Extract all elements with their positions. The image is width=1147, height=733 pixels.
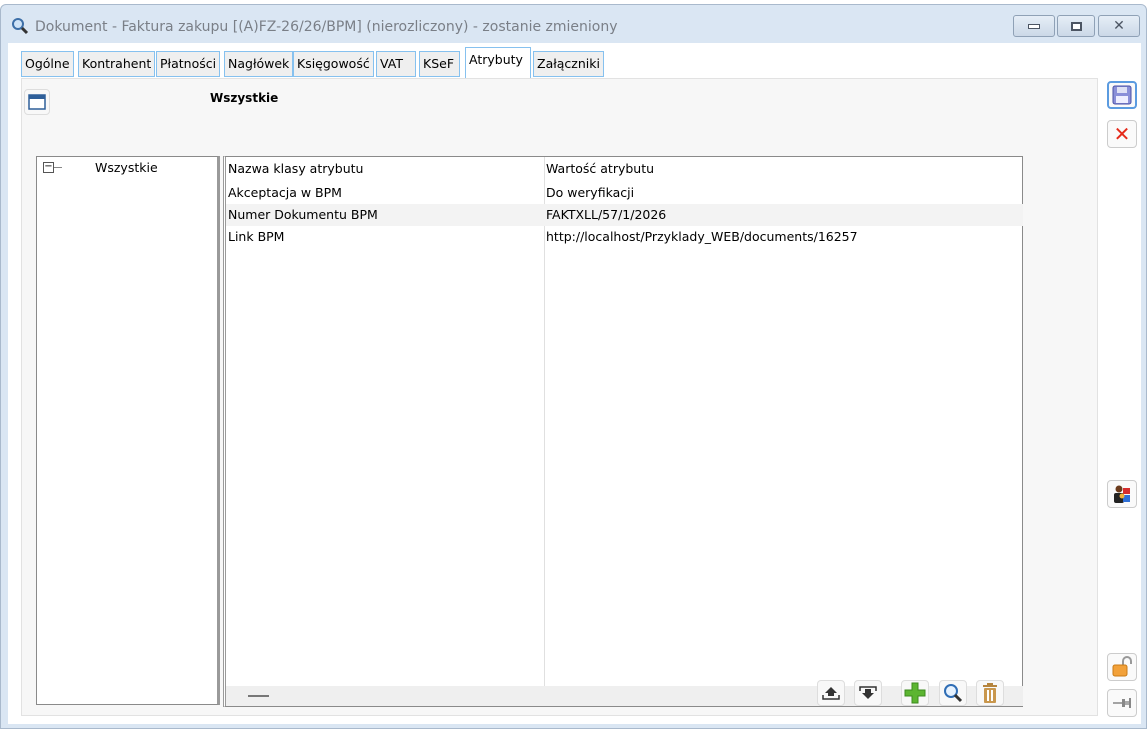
attribute-tree: − Wszystkie [36, 156, 220, 705]
cancel-button[interactable]: ✕ [1107, 120, 1137, 148]
grid-header: Nazwa klasy atrybutu Wartość atrybutu [226, 158, 1023, 180]
tree-item-wszystkie[interactable]: Wszystkie [95, 160, 158, 175]
close-button[interactable]: ✕ [1098, 15, 1140, 37]
add-button[interactable] [901, 680, 929, 706]
tab-platnosci[interactable]: Płatności [156, 51, 221, 77]
tab-vat[interactable]: VAT [376, 51, 416, 77]
save-button[interactable] [1107, 81, 1137, 109]
section-title: Wszystkie [210, 91, 279, 105]
user-exchange-icon [1114, 485, 1130, 503]
user-attributes-button[interactable] [1107, 480, 1137, 508]
tree-connector [54, 167, 62, 168]
cell-name: Numer Dokumentu BPM [228, 207, 378, 222]
move-down-button[interactable] [854, 680, 882, 706]
minimize-icon [1028, 23, 1040, 29]
cell-name: Link BPM [228, 229, 285, 244]
close-x-icon: ✕ [1113, 122, 1131, 146]
collapse-icon[interactable]: − [43, 162, 54, 173]
delete-button[interactable] [976, 680, 1004, 706]
dash-icon [248, 695, 269, 697]
maximize-button[interactable] [1057, 15, 1095, 37]
unlock-button[interactable] [1107, 653, 1137, 681]
tab-atrybuty[interactable]: Atrybuty [465, 47, 531, 78]
magnifier-icon [944, 684, 963, 703]
tab-naglowek[interactable]: Nagłówek [224, 51, 294, 77]
search-icon [12, 18, 29, 35]
cell-name: Akceptacja w BPM [228, 185, 342, 200]
header-wartosc[interactable]: Wartość atrybutu [546, 158, 654, 180]
table-row[interactable]: Numer Dokumentu BPM FAKTXLL/57/1/2026 [226, 204, 1023, 226]
table-row[interactable]: Link BPM http://localhost/Przyklady_WEB/… [226, 226, 1023, 248]
tab-ksiegowosc[interactable]: Księgowość [293, 51, 374, 77]
tab-kontrahent[interactable]: Kontrahent [78, 51, 156, 77]
cell-value: Do weryfikacji [546, 185, 635, 200]
table-row[interactable]: Akceptacja w BPM Do weryfikacji [226, 182, 1023, 204]
plus-icon [904, 682, 926, 704]
window-client: Ogólne Kontrahent Płatności Nagłówek Ksi… [8, 43, 1141, 724]
search-button[interactable] [939, 680, 967, 706]
padlock-open-icon [1112, 656, 1132, 677]
attributes-panel: Wszystkie − Wszystkie Nazwa klasy atrybu… [21, 78, 1098, 716]
close-icon: ✕ [1113, 18, 1125, 34]
document-window: Dokument - Faktura zakupu [(A)FZ-26/26/B… [0, 4, 1147, 729]
upload-icon [822, 687, 840, 700]
attributes-grid: Nazwa klasy atrybutu Wartość atrybutu Ak… [223, 156, 1023, 707]
move-up-button[interactable] [817, 680, 845, 706]
minimize-button[interactable] [1013, 15, 1055, 37]
view-toggle-button[interactable] [24, 89, 50, 115]
window-icon [28, 94, 46, 110]
tab-zalaczniki[interactable]: Załączniki [533, 51, 604, 77]
header-nazwa[interactable]: Nazwa klasy atrybutu [228, 158, 363, 180]
tab-ogolne[interactable]: Ogólne [21, 51, 74, 77]
tab-ksef[interactable]: KSeF [419, 51, 460, 77]
cell-value[interactable]: http://localhost/Przyklady_WEB/documents… [546, 226, 858, 248]
pin-button[interactable] [1107, 689, 1137, 717]
download-icon [859, 686, 877, 699]
cell-value: FAKTXLL/57/1/2026 [546, 207, 667, 222]
maximize-icon [1070, 21, 1082, 31]
pin-icon [1113, 698, 1131, 708]
window-title: Dokument - Faktura zakupu [(A)FZ-26/26/B… [35, 19, 618, 35]
floppy-disk-icon [1112, 85, 1132, 105]
trash-icon [983, 683, 997, 703]
